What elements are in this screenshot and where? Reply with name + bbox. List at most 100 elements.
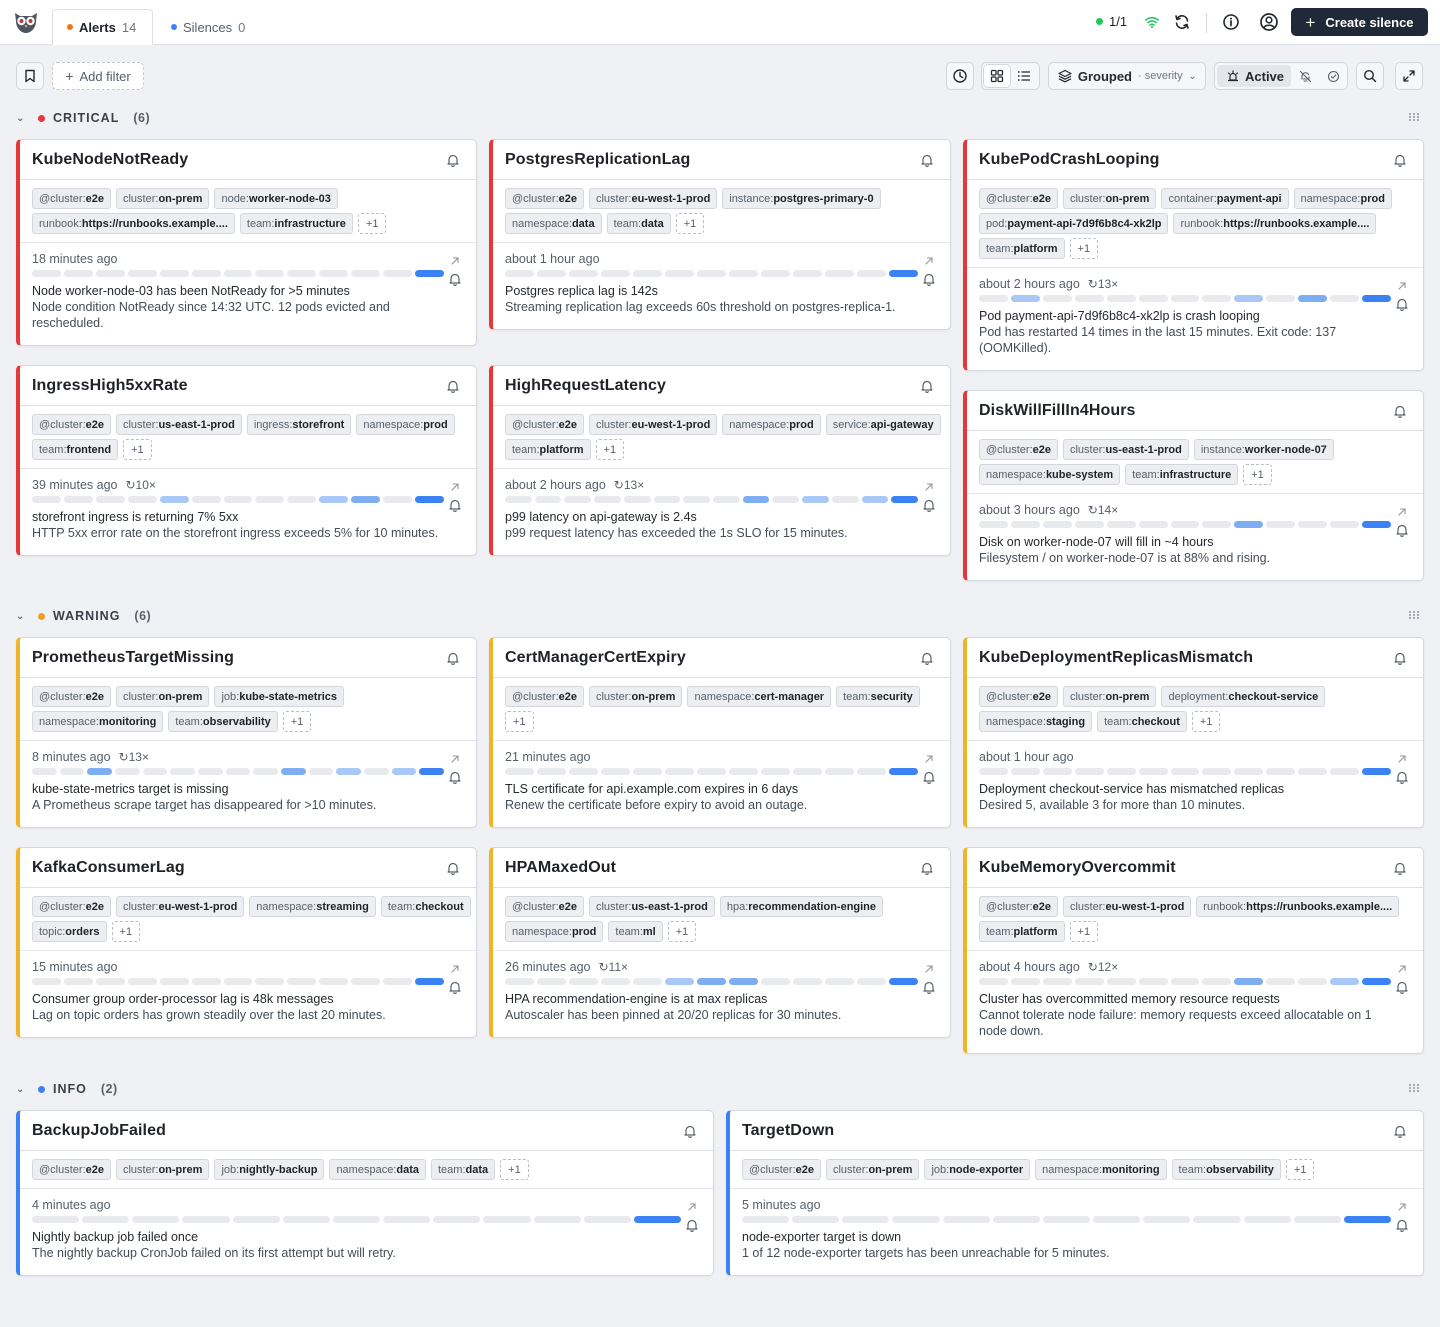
timeline-segment[interactable] xyxy=(32,496,61,503)
label-chip[interactable]: instance: postgres-primary-0 xyxy=(722,188,881,209)
timeline-segment[interactable] xyxy=(1074,768,1104,775)
tab-alerts[interactable]: Alerts 14 xyxy=(52,9,153,45)
bell-icon[interactable] xyxy=(1393,1124,1407,1138)
label-chip[interactable]: @cluster: e2e xyxy=(505,414,584,435)
timeline-segment[interactable] xyxy=(351,978,381,985)
label-chip[interactable]: @cluster: e2e xyxy=(742,1159,821,1180)
timeline-segment[interactable] xyxy=(391,768,417,775)
silence-alert-button[interactable] xyxy=(922,272,936,291)
bell-icon[interactable] xyxy=(448,980,462,994)
timeline-segment[interactable] xyxy=(383,270,413,277)
timeline-segment[interactable] xyxy=(170,768,196,775)
timeline-segment[interactable] xyxy=(82,1216,130,1223)
timeline-segment[interactable] xyxy=(1298,768,1328,775)
label-chip[interactable]: node: worker-node-03 xyxy=(214,188,338,209)
bell-icon[interactable] xyxy=(448,272,462,286)
timeline-segment[interactable] xyxy=(483,1216,531,1223)
timeline-segment[interactable] xyxy=(505,496,532,503)
timeline-segment[interactable] xyxy=(1010,521,1040,528)
label-chip[interactable]: team: platform xyxy=(505,439,591,460)
timeline-segment[interactable] xyxy=(601,270,630,277)
more-labels-button[interactable]: +1 xyxy=(357,213,387,234)
label-chip[interactable]: @cluster: e2e xyxy=(32,414,111,435)
label-chip[interactable]: @cluster: e2e xyxy=(979,896,1058,917)
timeline-segment[interactable] xyxy=(1330,295,1360,302)
timeline-segment[interactable] xyxy=(383,1216,431,1223)
timeline-segment[interactable] xyxy=(1170,521,1200,528)
timeline-segment[interactable] xyxy=(127,978,157,985)
timeline-segment[interactable] xyxy=(255,978,285,985)
timeline-segment[interactable] xyxy=(1074,978,1104,985)
info-icon[interactable] xyxy=(1222,13,1240,31)
create-silence-button[interactable]: + Create silence xyxy=(1291,8,1428,36)
timeline-segment[interactable] xyxy=(1266,521,1296,528)
alert-title[interactable]: TargetDown xyxy=(742,1122,834,1140)
label-chip[interactable]: deployment: checkout-service xyxy=(1161,686,1326,707)
timeline-segment[interactable] xyxy=(1202,295,1232,302)
label-chip[interactable]: cluster: us-east-1-prod xyxy=(115,414,242,435)
label-chip[interactable]: @cluster: e2e xyxy=(979,188,1058,209)
timeline-segment[interactable] xyxy=(729,270,758,277)
timeline-segment[interactable] xyxy=(1138,978,1168,985)
label-chip[interactable]: namespace: prod xyxy=(1293,188,1392,209)
timeline-segment[interactable] xyxy=(889,768,918,775)
timeline-segment[interactable] xyxy=(1298,978,1328,985)
external-link-icon[interactable] xyxy=(924,482,934,492)
timeline-segment[interactable] xyxy=(697,768,726,775)
external-link-icon[interactable] xyxy=(450,256,460,266)
timeline-segment[interactable] xyxy=(319,270,349,277)
timeline-segment[interactable] xyxy=(415,270,444,277)
timeline-segment[interactable] xyxy=(992,1216,1040,1223)
timeline-segment[interactable] xyxy=(729,978,758,985)
silence-button[interactable] xyxy=(1393,861,1407,875)
drag-handle-icon[interactable] xyxy=(1408,111,1420,123)
drag-handle-icon[interactable] xyxy=(1408,609,1420,621)
label-chip[interactable]: team: data xyxy=(431,1159,496,1180)
external-link-icon[interactable] xyxy=(450,482,460,492)
silence-button[interactable] xyxy=(446,861,460,875)
external-link-icon[interactable] xyxy=(924,964,934,974)
label-chip[interactable]: namespace: data xyxy=(329,1159,426,1180)
more-labels-button[interactable]: +1 xyxy=(667,921,697,942)
timeline-segment[interactable] xyxy=(332,1216,381,1223)
timeline-segment[interactable] xyxy=(1343,1216,1392,1223)
silence-button[interactable] xyxy=(1393,404,1407,418)
label-chip[interactable]: @cluster: e2e xyxy=(505,686,584,707)
timeline-segment[interactable] xyxy=(1106,295,1136,302)
label-chip[interactable]: namespace: streaming xyxy=(249,896,376,917)
label-chip[interactable]: @cluster: e2e xyxy=(505,188,584,209)
timeline-segment[interactable] xyxy=(534,496,562,503)
timeline-segment[interactable] xyxy=(793,978,822,985)
silence-button[interactable] xyxy=(446,651,460,665)
silence-alert-button[interactable] xyxy=(448,272,462,291)
user-account-icon[interactable] xyxy=(1259,12,1279,32)
bell-icon[interactable] xyxy=(920,861,934,875)
timeline-segment[interactable] xyxy=(383,496,413,503)
alert-title[interactable]: HighRequestLatency xyxy=(505,377,666,395)
timeline-segment[interactable] xyxy=(697,270,726,277)
more-labels-button[interactable]: +1 xyxy=(282,711,312,732)
timeline-segment[interactable] xyxy=(1170,978,1200,985)
bell-icon[interactable] xyxy=(922,980,936,994)
label-chip[interactable]: team: infrastructure xyxy=(1125,464,1239,485)
timeline-segment[interactable] xyxy=(32,978,61,985)
alert-card[interactable]: KubeNodeNotReady @cluster: e2e cluster: on-… xyxy=(16,139,477,346)
external-link-icon[interactable] xyxy=(924,256,934,266)
timeline-segment[interactable] xyxy=(1266,295,1296,302)
label-chip[interactable]: cluster: on-prem xyxy=(115,188,210,209)
timeline-segment[interactable] xyxy=(825,768,854,775)
timeline-segment[interactable] xyxy=(1106,768,1136,775)
bell-icon[interactable] xyxy=(1395,980,1409,994)
silence-alert-button[interactable] xyxy=(448,770,462,789)
timeline-segment[interactable] xyxy=(1093,1216,1141,1223)
label-chip[interactable]: team: frontend xyxy=(32,439,119,460)
bell-icon[interactable] xyxy=(1393,153,1407,167)
timeline-segment[interactable] xyxy=(1042,1216,1091,1223)
resolved-filter-button[interactable] xyxy=(1319,65,1347,87)
silence-button[interactable] xyxy=(1393,153,1407,167)
timeline-segment[interactable] xyxy=(633,1216,682,1223)
bell-icon[interactable] xyxy=(448,770,462,784)
timeline-segment[interactable] xyxy=(831,496,859,503)
label-chip[interactable]: cluster: on-prem xyxy=(115,686,210,707)
timeline-segment[interactable] xyxy=(537,768,566,775)
